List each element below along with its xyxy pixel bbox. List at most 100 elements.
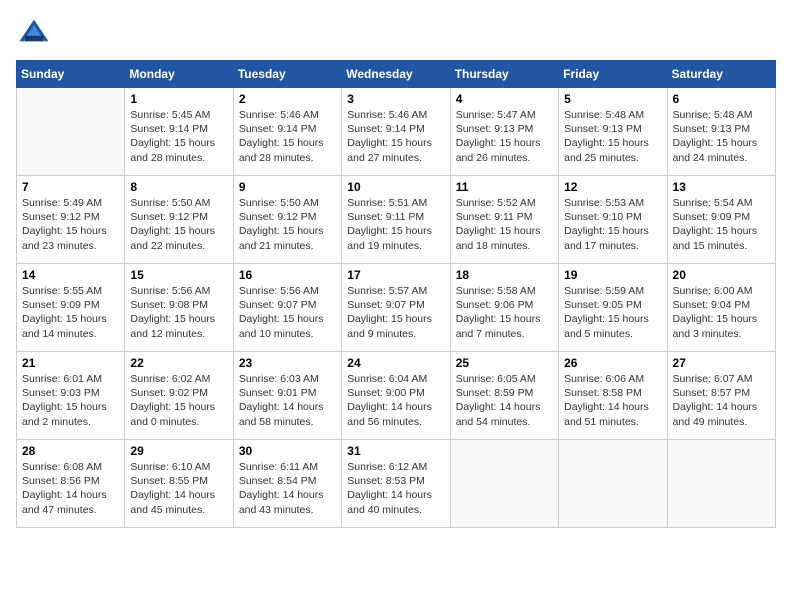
day-info: Sunrise: 6:00 AMSunset: 9:04 PMDaylight:… xyxy=(673,284,770,341)
calendar-cell: 25 Sunrise: 6:05 AMSunset: 8:59 PMDayligh… xyxy=(450,352,558,440)
day-info: Sunrise: 5:46 AMSunset: 9:14 PMDaylight:… xyxy=(239,108,336,165)
weekday-header-thursday: Thursday xyxy=(450,61,558,88)
weekday-header-friday: Friday xyxy=(559,61,667,88)
calendar-cell: 26 Sunrise: 6:06 AMSunset: 8:58 PMDayligh… xyxy=(559,352,667,440)
calendar-cell: 31 Sunrise: 6:12 AMSunset: 8:53 PMDayligh… xyxy=(342,440,450,528)
day-info: Sunrise: 5:48 AMSunset: 9:13 PMDaylight:… xyxy=(564,108,661,165)
day-info: Sunrise: 5:46 AMSunset: 9:14 PMDaylight:… xyxy=(347,108,444,165)
calendar-cell: 15 Sunrise: 5:56 AMSunset: 9:08 PMDayligh… xyxy=(125,264,233,352)
day-number: 26 xyxy=(564,356,661,370)
calendar-cell xyxy=(667,440,775,528)
day-info: Sunrise: 5:50 AMSunset: 9:12 PMDaylight:… xyxy=(239,196,336,253)
calendar-cell: 24 Sunrise: 6:04 AMSunset: 9:00 PMDayligh… xyxy=(342,352,450,440)
day-number: 2 xyxy=(239,92,336,106)
day-number: 29 xyxy=(130,444,227,458)
calendar-cell: 29 Sunrise: 6:10 AMSunset: 8:55 PMDayligh… xyxy=(125,440,233,528)
calendar-cell: 23 Sunrise: 6:03 AMSunset: 9:01 PMDayligh… xyxy=(233,352,341,440)
day-info: Sunrise: 5:58 AMSunset: 9:06 PMDaylight:… xyxy=(456,284,553,341)
day-number: 28 xyxy=(22,444,119,458)
week-row-5: 28 Sunrise: 6:08 AMSunset: 8:56 PMDayligh… xyxy=(17,440,776,528)
day-number: 14 xyxy=(22,268,119,282)
day-info: Sunrise: 5:51 AMSunset: 9:11 PMDaylight:… xyxy=(347,196,444,253)
week-row-2: 7 Sunrise: 5:49 AMSunset: 9:12 PMDaylight… xyxy=(17,176,776,264)
day-info: Sunrise: 5:49 AMSunset: 9:12 PMDaylight:… xyxy=(22,196,119,253)
day-info: Sunrise: 5:50 AMSunset: 9:12 PMDaylight:… xyxy=(130,196,227,253)
day-info: Sunrise: 6:02 AMSunset: 9:02 PMDaylight:… xyxy=(130,372,227,429)
week-row-3: 14 Sunrise: 5:55 AMSunset: 9:09 PMDayligh… xyxy=(17,264,776,352)
day-info: Sunrise: 5:54 AMSunset: 9:09 PMDaylight:… xyxy=(673,196,770,253)
calendar-cell: 18 Sunrise: 5:58 AMSunset: 9:06 PMDayligh… xyxy=(450,264,558,352)
day-number: 10 xyxy=(347,180,444,194)
day-number: 30 xyxy=(239,444,336,458)
day-number: 6 xyxy=(673,92,770,106)
day-number: 17 xyxy=(347,268,444,282)
day-info: Sunrise: 5:56 AMSunset: 9:07 PMDaylight:… xyxy=(239,284,336,341)
day-number: 12 xyxy=(564,180,661,194)
day-info: Sunrise: 6:05 AMSunset: 8:59 PMDaylight:… xyxy=(456,372,553,429)
day-info: Sunrise: 5:48 AMSunset: 9:13 PMDaylight:… xyxy=(673,108,770,165)
day-info: Sunrise: 6:10 AMSunset: 8:55 PMDaylight:… xyxy=(130,460,227,517)
day-info: Sunrise: 6:04 AMSunset: 9:00 PMDaylight:… xyxy=(347,372,444,429)
weekday-header-wednesday: Wednesday xyxy=(342,61,450,88)
day-info: Sunrise: 5:56 AMSunset: 9:08 PMDaylight:… xyxy=(130,284,227,341)
day-number: 24 xyxy=(347,356,444,370)
day-number: 22 xyxy=(130,356,227,370)
day-info: Sunrise: 5:47 AMSunset: 9:13 PMDaylight:… xyxy=(456,108,553,165)
calendar-table: SundayMondayTuesdayWednesdayThursdayFrid… xyxy=(16,60,776,528)
calendar-cell: 6 Sunrise: 5:48 AMSunset: 9:13 PMDaylight… xyxy=(667,88,775,176)
day-info: Sunrise: 5:45 AMSunset: 9:14 PMDaylight:… xyxy=(130,108,227,165)
day-number: 7 xyxy=(22,180,119,194)
day-info: Sunrise: 5:59 AMSunset: 9:05 PMDaylight:… xyxy=(564,284,661,341)
day-info: Sunrise: 6:06 AMSunset: 8:58 PMDaylight:… xyxy=(564,372,661,429)
calendar-cell: 13 Sunrise: 5:54 AMSunset: 9:09 PMDayligh… xyxy=(667,176,775,264)
weekday-header-monday: Monday xyxy=(125,61,233,88)
day-info: Sunrise: 6:11 AMSunset: 8:54 PMDaylight:… xyxy=(239,460,336,517)
day-number: 23 xyxy=(239,356,336,370)
calendar-cell: 5Sunrise: 5:48 AMSunset: 9:13 PMDaylight… xyxy=(559,88,667,176)
calendar-cell: 1 Sunrise: 5:45 AMSunset: 9:14 PMDaylight… xyxy=(125,88,233,176)
day-number: 16 xyxy=(239,268,336,282)
day-number: 20 xyxy=(673,268,770,282)
calendar-cell: 22 Sunrise: 6:02 AMSunset: 9:02 PMDayligh… xyxy=(125,352,233,440)
calendar-cell: 8 Sunrise: 5:50 AMSunset: 9:12 PMDaylight… xyxy=(125,176,233,264)
calendar-cell: 28 Sunrise: 6:08 AMSunset: 8:56 PMDayligh… xyxy=(17,440,125,528)
day-number: 8 xyxy=(130,180,227,194)
calendar-cell: 12 Sunrise: 5:53 AMSunset: 9:10 PMDayligh… xyxy=(559,176,667,264)
day-info: Sunrise: 6:03 AMSunset: 9:01 PMDaylight:… xyxy=(239,372,336,429)
calendar-cell: 27 Sunrise: 6:07 AMSunset: 8:57 PMDayligh… xyxy=(667,352,775,440)
calendar-cell: 21Sunrise: 6:01 AMSunset: 9:03 PMDayligh… xyxy=(17,352,125,440)
day-info: Sunrise: 5:55 AMSunset: 9:09 PMDaylight:… xyxy=(22,284,119,341)
day-info: Sunrise: 6:07 AMSunset: 8:57 PMDaylight:… xyxy=(673,372,770,429)
week-row-4: 21Sunrise: 6:01 AMSunset: 9:03 PMDayligh… xyxy=(17,352,776,440)
day-number: 1 xyxy=(130,92,227,106)
calendar-cell: 2 Sunrise: 5:46 AMSunset: 9:14 PMDaylight… xyxy=(233,88,341,176)
day-info: Sunrise: 6:08 AMSunset: 8:56 PMDaylight:… xyxy=(22,460,119,517)
calendar-cell: 4Sunrise: 5:47 AMSunset: 9:13 PMDaylight… xyxy=(450,88,558,176)
calendar-cell: 7 Sunrise: 5:49 AMSunset: 9:12 PMDaylight… xyxy=(17,176,125,264)
calendar-cell: 14 Sunrise: 5:55 AMSunset: 9:09 PMDayligh… xyxy=(17,264,125,352)
calendar-cell: 11Sunrise: 5:52 AMSunset: 9:11 PMDayligh… xyxy=(450,176,558,264)
day-number: 18 xyxy=(456,268,553,282)
calendar-cell: 16 Sunrise: 5:56 AMSunset: 9:07 PMDayligh… xyxy=(233,264,341,352)
day-number: 31 xyxy=(347,444,444,458)
calendar-cell xyxy=(17,88,125,176)
day-number: 15 xyxy=(130,268,227,282)
day-number: 13 xyxy=(673,180,770,194)
weekday-header-sunday: Sunday xyxy=(17,61,125,88)
day-number: 9 xyxy=(239,180,336,194)
calendar-cell: 19Sunrise: 5:59 AMSunset: 9:05 PMDayligh… xyxy=(559,264,667,352)
day-number: 25 xyxy=(456,356,553,370)
logo xyxy=(16,16,56,52)
calendar-cell: 9 Sunrise: 5:50 AMSunset: 9:12 PMDaylight… xyxy=(233,176,341,264)
calendar-cell: 10 Sunrise: 5:51 AMSunset: 9:11 PMDayligh… xyxy=(342,176,450,264)
calendar-cell: 20 Sunrise: 6:00 AMSunset: 9:04 PMDayligh… xyxy=(667,264,775,352)
calendar-cell xyxy=(559,440,667,528)
day-number: 27 xyxy=(673,356,770,370)
calendar-header-row: SundayMondayTuesdayWednesdayThursdayFrid… xyxy=(17,61,776,88)
weekday-header-tuesday: Tuesday xyxy=(233,61,341,88)
day-number: 21 xyxy=(22,356,119,370)
day-info: Sunrise: 6:12 AMSunset: 8:53 PMDaylight:… xyxy=(347,460,444,517)
day-info: Sunrise: 5:53 AMSunset: 9:10 PMDaylight:… xyxy=(564,196,661,253)
page-header xyxy=(16,16,776,52)
calendar-cell: 17Sunrise: 5:57 AMSunset: 9:07 PMDayligh… xyxy=(342,264,450,352)
